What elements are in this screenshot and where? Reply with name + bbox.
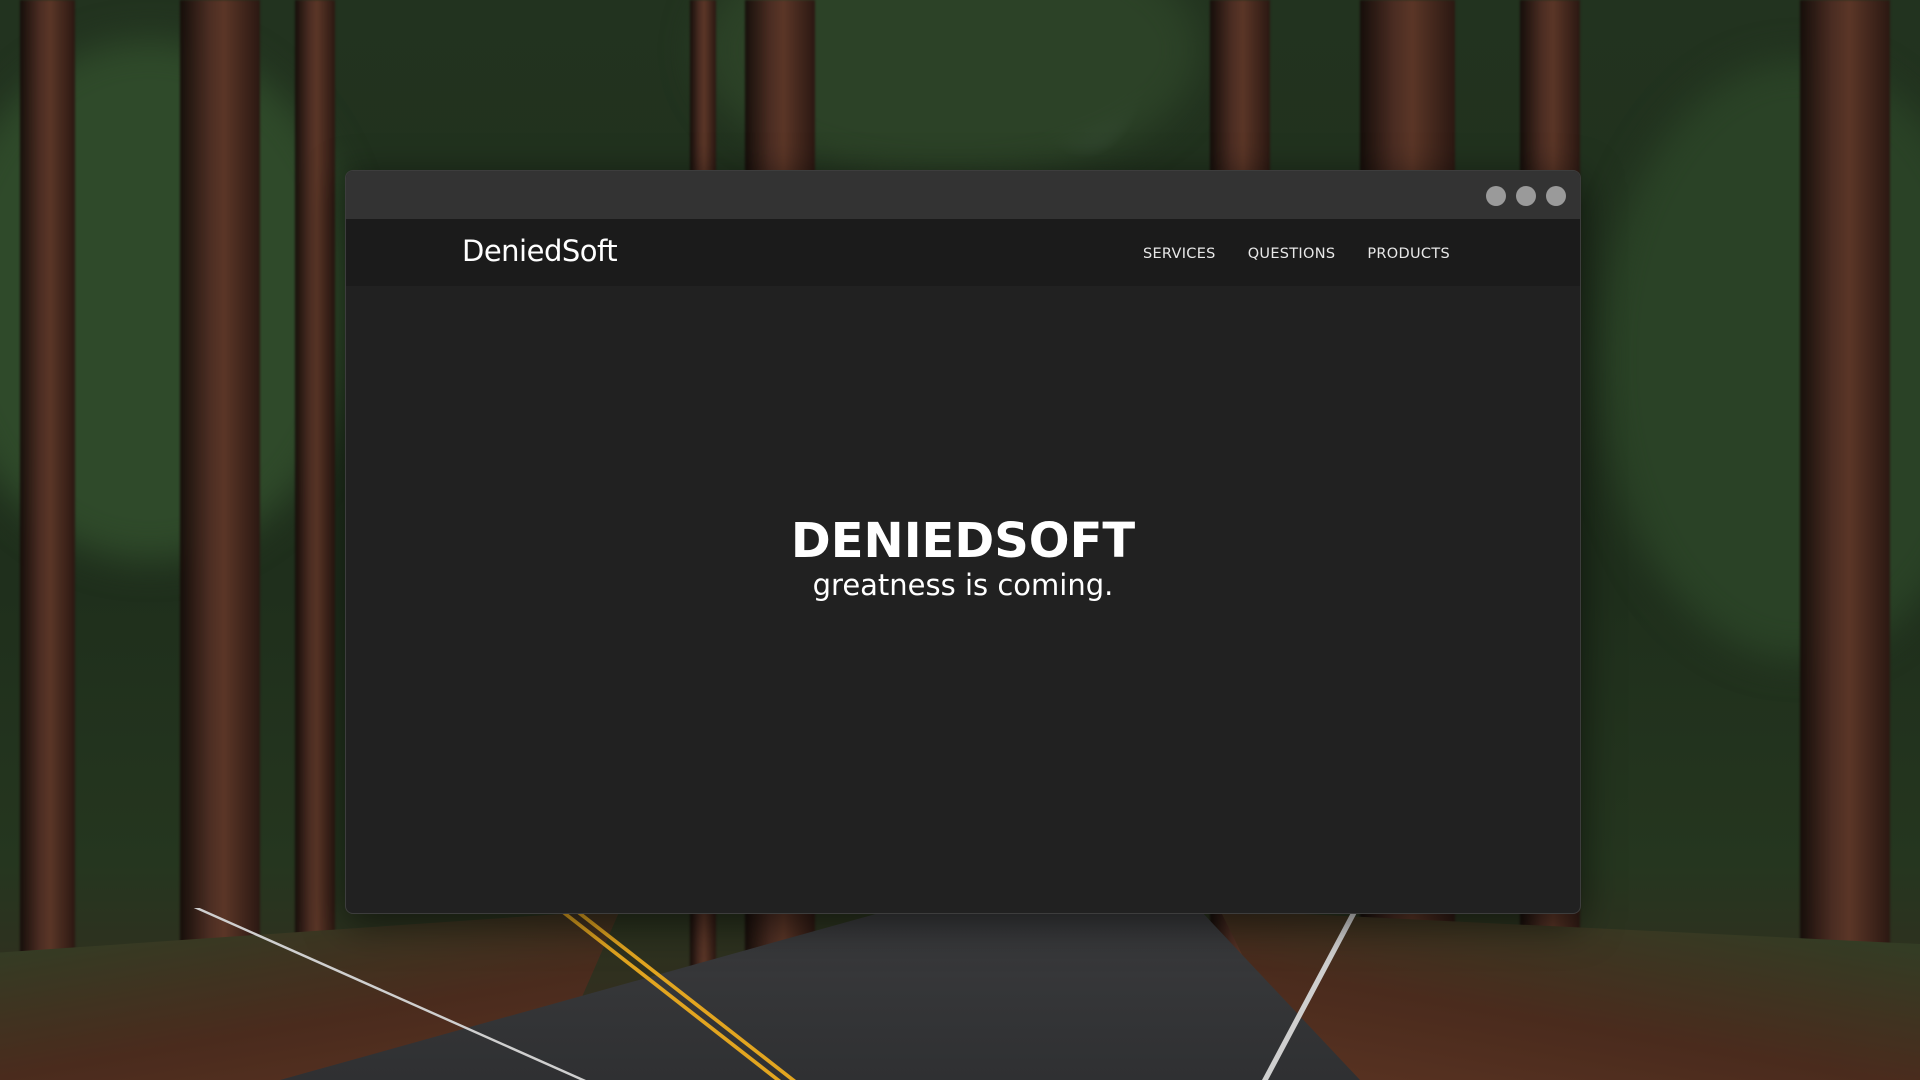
close-button[interactable] (1546, 186, 1566, 206)
maximize-button[interactable] (1516, 186, 1536, 206)
minimize-button[interactable] (1486, 186, 1506, 206)
tree-trunk (20, 0, 75, 1080)
window-controls (1486, 186, 1566, 206)
brand-logo-link[interactable]: DeniedSoft (462, 234, 618, 268)
hero-title: DENIEDSOFT (790, 513, 1136, 569)
tree-trunk (1800, 0, 1890, 1080)
tree-trunk (295, 0, 335, 1080)
browser-window: DeniedSoft SERVICES QUESTIONS PRODUCTS D… (345, 170, 1581, 914)
site-navbar: DeniedSoft SERVICES QUESTIONS PRODUCTS (346, 219, 1580, 286)
nav-link-services[interactable]: SERVICES (1143, 246, 1216, 262)
window-titlebar[interactable] (346, 171, 1580, 219)
nav-links: SERVICES QUESTIONS PRODUCTS (1143, 246, 1450, 262)
hero-subtitle: greatness is coming. (812, 568, 1114, 603)
nav-link-questions[interactable]: QUESTIONS (1248, 246, 1336, 262)
hero-section: DENIEDSOFT greatness is coming. (346, 516, 1580, 603)
nav-link-products[interactable]: PRODUCTS (1367, 246, 1450, 262)
